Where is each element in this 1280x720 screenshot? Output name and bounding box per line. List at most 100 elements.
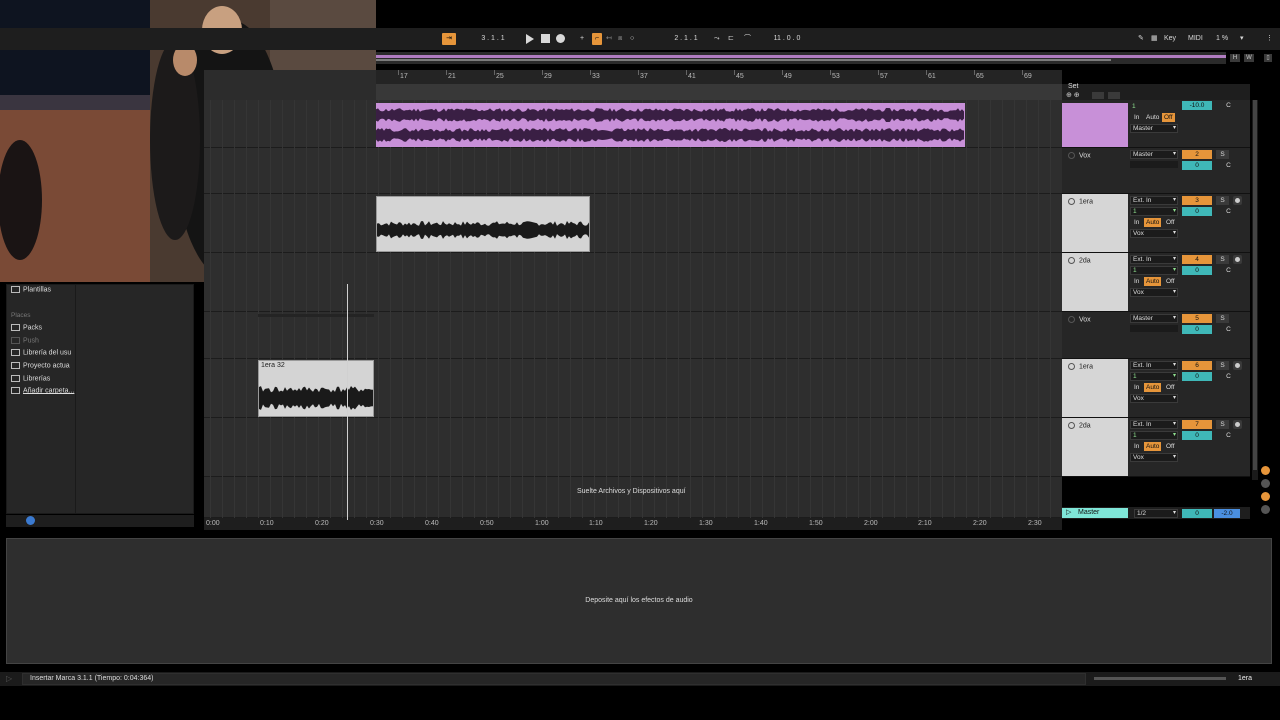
volume-field[interactable]: 0 — [1182, 207, 1212, 216]
output-select[interactable]: Vox — [1130, 394, 1178, 403]
browser-add-folder[interactable]: Añadir carpeta... — [11, 387, 74, 394]
monitor-off[interactable]: Off — [1162, 113, 1175, 122]
solo-button[interactable]: S — [1216, 314, 1229, 323]
track-number[interactable]: 2 — [1182, 150, 1212, 159]
loop-switch-icon[interactable]: ⤳ — [714, 33, 724, 45]
fold-icon[interactable] — [1068, 422, 1075, 429]
track-title-area[interactable]: Vox — [1062, 148, 1128, 193]
track-header-2da-2[interactable]: 2da Ext. In 1 In Auto Off Vox 7 S 0 C — [1062, 418, 1250, 477]
track-number[interactable]: 4 — [1182, 255, 1212, 264]
monitor-off[interactable]: Off — [1164, 383, 1177, 392]
pan-field[interactable]: C — [1222, 372, 1235, 381]
sub-output-select[interactable] — [1130, 325, 1178, 332]
monitor-in[interactable]: In — [1132, 277, 1141, 286]
capture-icon[interactable]: ⧈ — [618, 33, 626, 45]
arm-button[interactable] — [1233, 361, 1242, 370]
browser-item-packs[interactable]: Packs — [11, 324, 42, 331]
input-select[interactable]: Ext. In — [1130, 255, 1178, 264]
monitor-auto[interactable]: Auto — [1144, 277, 1162, 286]
output-select[interactable]: Vox — [1130, 229, 1178, 238]
track-header-vox[interactable]: Vox Master 2 S 0 C — [1062, 148, 1250, 194]
fold-icon[interactable] — [1068, 257, 1075, 264]
returns-toggle-icon[interactable] — [1261, 492, 1270, 501]
browser-item-current-project[interactable]: Proyecto actua — [11, 362, 70, 369]
browser-item-libraries[interactable]: Librerías — [11, 375, 50, 382]
volume-field[interactable]: 0 — [1182, 266, 1212, 275]
punch-in-icon[interactable]: ⊏ — [728, 33, 738, 45]
height-toggle-button[interactable]: H — [1230, 54, 1240, 62]
audio-clip-purple[interactable] — [376, 103, 965, 147]
monitor-auto[interactable]: Auto — [1144, 113, 1161, 122]
sends-toggle-icon[interactable] — [1261, 479, 1270, 488]
track-number[interactable]: 6 — [1182, 361, 1212, 370]
monitor-in[interactable]: In — [1132, 113, 1141, 122]
monitor-off[interactable]: Off — [1164, 277, 1177, 286]
track-header-1[interactable]: 1 In Auto Off Master -10.0 C — [1062, 100, 1250, 148]
audio-clip-1era[interactable] — [376, 196, 590, 252]
track-overview-strip[interactable] — [1094, 677, 1226, 680]
play-icon[interactable] — [526, 34, 534, 44]
arm-button[interactable] — [1233, 420, 1242, 429]
session-record-icon[interactable]: ○ — [630, 33, 638, 45]
follow-button[interactable]: ⇥ — [442, 33, 456, 45]
volume-field[interactable]: 0 — [1182, 372, 1212, 381]
master-pan[interactable]: -2.0 — [1214, 509, 1240, 518]
pan-field[interactable]: C — [1222, 266, 1235, 275]
track-number[interactable]: 5 — [1182, 314, 1212, 323]
pan-field[interactable]: C — [1222, 161, 1235, 170]
width-toggle-button[interactable]: W — [1244, 54, 1254, 62]
drop-zone[interactable] — [204, 477, 1062, 518]
set-button[interactable] — [1092, 92, 1104, 99]
browser-item-push[interactable]: Push — [11, 337, 39, 344]
arrangement-position[interactable]: 3 . 1 . 1 — [468, 33, 518, 45]
output-select[interactable]: Vox — [1130, 288, 1178, 297]
loop-brace-strip[interactable] — [376, 84, 1062, 100]
track-header-1era-2[interactable]: 1era Ext. In 1 In Auto Off Vox 6 S 0 C — [1062, 359, 1250, 418]
pan-field[interactable]: C — [1222, 431, 1235, 440]
track-title-area[interactable]: 2da — [1062, 418, 1128, 476]
monitor-in[interactable]: In — [1132, 218, 1141, 227]
monitor-auto[interactable]: Auto — [1144, 383, 1162, 392]
track-scrollbar[interactable] — [1252, 100, 1258, 480]
arm-button[interactable] — [1233, 255, 1242, 264]
arm-button[interactable] — [1233, 196, 1242, 205]
browser-item-templates[interactable]: Plantillas — [11, 286, 51, 293]
master-output-select[interactable]: 1/2 — [1134, 509, 1178, 518]
monitor-off[interactable]: Off — [1164, 218, 1177, 227]
track-lane-2da[interactable] — [204, 253, 1062, 312]
monitor-in[interactable]: In — [1132, 383, 1141, 392]
master-title-area[interactable]: ▷ Master — [1062, 508, 1128, 518]
fold-icon[interactable] — [1068, 363, 1075, 370]
set-button-2[interactable] — [1108, 92, 1120, 99]
monitor-off[interactable]: Off — [1164, 442, 1177, 451]
key-map-button[interactable]: Key — [1164, 33, 1180, 45]
loop-length[interactable]: 11 . 0 . 0 — [760, 33, 814, 45]
audio-clip-1era-32[interactable]: 1era 32 — [258, 360, 374, 417]
track-header-vox-2[interactable]: Vox Master 5 S 0 C — [1062, 312, 1250, 359]
punch-out-icon[interactable]: ⌒ — [744, 33, 754, 45]
volume-field[interactable]: 0 — [1182, 431, 1212, 440]
draw-mode-icon[interactable]: ✎ — [1138, 33, 1148, 45]
beat-time-ruler[interactable]: 17 21 25 29 33 37 41 45 49 53 57 61 65 6… — [376, 70, 1062, 84]
scroll-thumb[interactable] — [1253, 100, 1257, 470]
record-icon[interactable] — [556, 34, 565, 43]
master-track-header[interactable]: ▷ Master 1/2 0 -2.0 — [1062, 507, 1250, 519]
input-select[interactable]: Ext. In — [1130, 361, 1178, 370]
collapse-icon[interactable]: ▯ — [1264, 54, 1272, 62]
track-lane-vox[interactable] — [204, 148, 1062, 194]
overdub-icon[interactable]: + — [580, 33, 588, 45]
device-view[interactable]: Deposite aquí los efectos de audio — [6, 538, 1272, 664]
track-header-2da[interactable]: 2da Ext. In 1 In Auto Off Vox 4 S 0 C — [1062, 253, 1250, 312]
track-title-area[interactable]: 2da — [1062, 253, 1128, 311]
input-channel[interactable]: 1 — [1132, 103, 1136, 110]
menu-dots-icon[interactable]: ⋮ — [1266, 33, 1276, 45]
solo-button[interactable]: S — [1216, 361, 1229, 370]
track-title-area[interactable]: 1era — [1062, 359, 1128, 417]
volume-field[interactable]: -10.0 — [1182, 101, 1212, 110]
expand-icon[interactable]: ▷ — [6, 674, 12, 683]
volume-field[interactable]: 0 — [1182, 161, 1212, 170]
track-number[interactable]: 3 — [1182, 196, 1212, 205]
info-icon[interactable] — [26, 516, 35, 525]
automation-arm-icon[interactable]: ⌐ — [592, 33, 602, 45]
io-toggle-icon[interactable] — [1261, 466, 1270, 475]
